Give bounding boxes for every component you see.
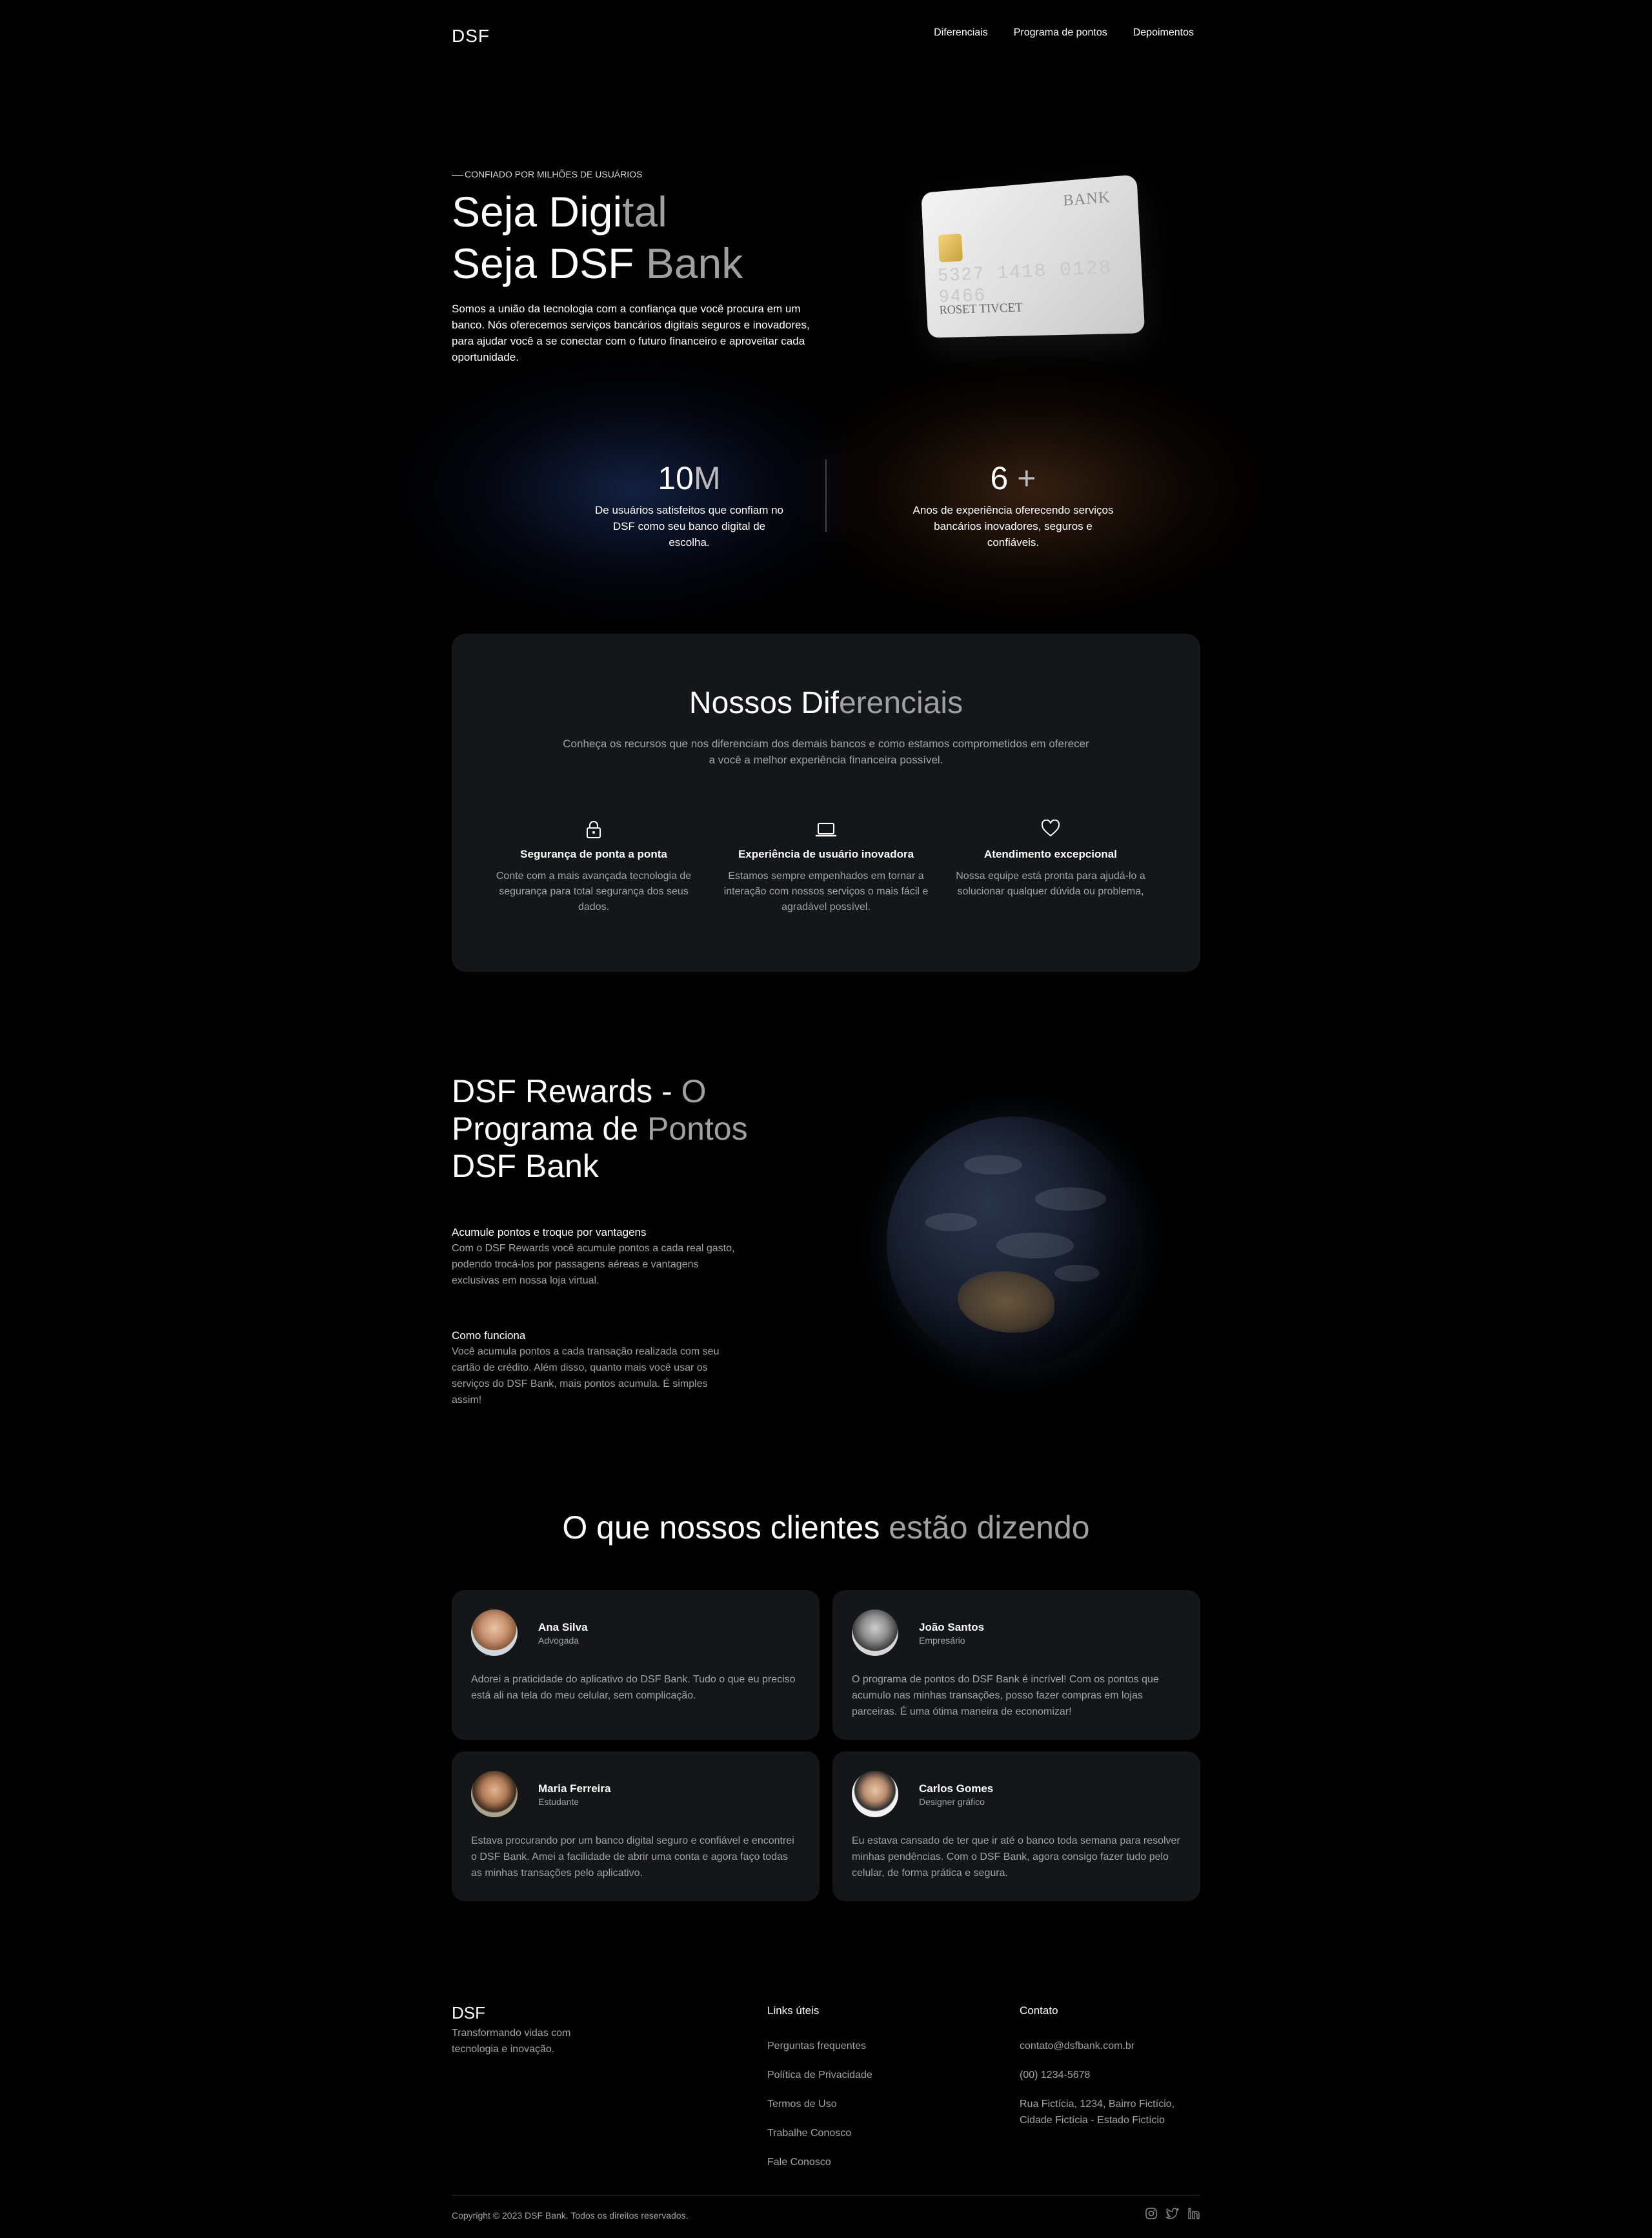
card-bank-label: BANK xyxy=(1062,188,1111,210)
testimonial-card: Maria Ferreira Estudante Estava procuran… xyxy=(452,1751,820,1901)
rewards-block-title: Como funciona xyxy=(452,1329,526,1342)
testimonial-text: O programa de pontos do DSF Bank é incrí… xyxy=(852,1674,1159,1717)
footer-contact-address: Rua Fictícia, 1234, Bairro Fictício, Cid… xyxy=(1020,2099,1175,2126)
footer-link-privacy[interactable]: Política de Privacidade xyxy=(767,2067,872,2083)
testimonial-name: Carlos Gomes xyxy=(919,1782,994,1795)
testimonial-text: Estava procurando por um banco digital s… xyxy=(471,1835,794,1879)
feature-ux: Experiência de usuário inovadora Estamos… xyxy=(723,820,929,915)
footer-link-contact-us[interactable]: Fale Conosco xyxy=(767,2154,872,2170)
feature-description: Nossa equipe está pronta para ajudá-lo a… xyxy=(956,871,1145,897)
nav-link-depoimentos[interactable]: Depoimentos xyxy=(1133,27,1194,39)
hero-title-line1-a: Seja Digi xyxy=(452,188,623,236)
credit-card-image: BANK 5327 1418 0128 9466 ROSET TIVCET xyxy=(921,174,1145,338)
hero-title-line2-b: Bank xyxy=(645,239,743,287)
social-links xyxy=(1145,2207,1200,2223)
footer-contact-title: Contato xyxy=(1020,2004,1058,2017)
linkedin-icon[interactable] xyxy=(1187,2207,1200,2223)
testimonial-role: Designer gráfico xyxy=(919,1797,985,1807)
card-number: 5327 1418 0128 9466 xyxy=(937,257,1113,308)
testimonial-card: Ana Silva Advogada Adorei a praticidade … xyxy=(452,1590,820,1740)
testimonial-role: Empresário xyxy=(919,1635,965,1646)
rewards-title: DSF Rewards - O Programa de Pontos DSF B… xyxy=(452,1073,748,1184)
stat-users-label: De usuários satisfeitos que confiam no D… xyxy=(595,504,783,549)
footer-contact-email[interactable]: contato@dsfbank.com.br xyxy=(1020,2038,1200,2054)
footer-logo[interactable]: DSF xyxy=(452,2003,485,2023)
hero-title: Seja Digital Seja DSF Bank xyxy=(452,186,743,289)
avatar xyxy=(852,1771,898,1817)
stat-years-label: Anos de experiência oferecendo serviços … xyxy=(912,504,1114,549)
rewards-block-title: Acumule pontos e troque por vantagens xyxy=(452,1226,647,1238)
hero-eyebrow: CONFIADO POR MILHÕES DE USUÁRIOS xyxy=(452,169,642,179)
testimonial-role: Advogada xyxy=(538,1635,579,1646)
stat-years-value: 6 + xyxy=(990,460,1036,496)
rewards-block-text: Você acumula pontos a cada transação rea… xyxy=(452,1346,720,1406)
nav-link-programa-de-pontos[interactable]: Programa de pontos xyxy=(1014,27,1107,39)
logo[interactable]: DSF xyxy=(452,26,490,46)
diferenciais-title: Nossos Diferenciais xyxy=(689,686,963,720)
rewards-block-accumulate: Acumule pontos e troque por vantagens Co… xyxy=(452,1226,736,1289)
feature-title: Atendimento excepcional xyxy=(984,848,1117,860)
stat-users: 10M De usuários satisfeitos que confiam … xyxy=(554,459,825,550)
testimonial-text: Adorei a praticidade do aplicativo do DS… xyxy=(471,1674,796,1701)
top-navbar: DSF Diferenciais Programa de pontos Depo… xyxy=(452,23,1194,49)
nav-link-diferenciais[interactable]: Diferenciais xyxy=(934,27,988,39)
avatar xyxy=(471,1609,518,1656)
card-chip xyxy=(938,233,963,263)
avatar xyxy=(852,1609,898,1656)
testimonial-role: Estudante xyxy=(538,1797,579,1807)
testimonial-name: Maria Ferreira xyxy=(538,1782,611,1795)
feature-description: Estamos sempre empenhados em tornar a in… xyxy=(723,871,929,912)
footer-tagline: Transformando vidas com tecnologia e ino… xyxy=(452,2028,571,2055)
testimonial-card: Carlos Gomes Designer gráfico Eu estava … xyxy=(832,1751,1200,1901)
testimonial-text: Eu estava cansado de ter que ir até o ba… xyxy=(852,1835,1180,1879)
feature-title: Experiência de usuário inovadora xyxy=(738,848,914,860)
lock-icon xyxy=(490,820,697,840)
hero-eyebrow-text: CONFIADO POR MILHÕES DE USUÁRIOS xyxy=(465,169,643,179)
rewards-block-how-it-works: Como funciona Você acumula pontos a cada… xyxy=(452,1329,736,1408)
diferenciais-subtitle: Conheça os recursos que nos diferenciam … xyxy=(563,738,1089,766)
footer-link-terms[interactable]: Termos de Uso xyxy=(767,2096,872,2112)
twitter-icon[interactable] xyxy=(1165,2207,1180,2223)
laptop-icon xyxy=(723,820,929,840)
footer-link-faq[interactable]: Perguntas frequentes xyxy=(767,2038,872,2054)
footer-links-title: Links úteis xyxy=(767,2004,820,2017)
feature-description: Conte com a mais avançada tecnologia de … xyxy=(496,871,692,912)
stat-years: 6 + Anos de experiência oferecendo servi… xyxy=(878,459,1149,550)
copyright: Copyright © 2023 DSF Bank. Todos os dire… xyxy=(452,2210,689,2221)
hero-title-line1-b: tal xyxy=(622,188,667,236)
testimonial-name: João Santos xyxy=(919,1621,985,1633)
footer-link-careers[interactable]: Trabalhe Conosco xyxy=(767,2125,872,2141)
avatar xyxy=(471,1771,518,1817)
nav-links: Diferenciais Programa de pontos Depoimen… xyxy=(934,27,1194,39)
testimonials-title: O que nossos clientes estão dizendo xyxy=(562,1509,1090,1546)
rewards-block-text: Com o DSF Rewards você acumule pontos a … xyxy=(452,1243,735,1286)
footer-contact-column: Contato contato@dsfbank.com.br (00) 1234… xyxy=(1020,2004,1200,2128)
feature-title: Segurança de ponta a ponta xyxy=(520,848,667,860)
stats-divider xyxy=(825,459,827,532)
globe-image xyxy=(887,1116,1138,1368)
diferenciais-section: Nossos Diferenciais Conheça os recursos … xyxy=(452,634,1200,972)
footer-links-column: Links úteis Perguntas frequentes Polític… xyxy=(767,2004,872,2170)
testimonial-name: Ana Silva xyxy=(538,1621,588,1633)
feature-security: Segurança de ponta a ponta Conte com a m… xyxy=(490,820,697,915)
hero-title-line2-a: Seja DSF xyxy=(452,239,646,287)
card-holder-name: ROSET TIVCET xyxy=(939,300,1023,318)
feature-support: Atendimento excepcional Nossa equipe est… xyxy=(947,820,1154,900)
stat-users-value: 10M xyxy=(658,460,721,496)
testimonial-card: João Santos Empresário O programa de pon… xyxy=(832,1590,1200,1740)
heart-icon xyxy=(947,820,1154,840)
footer-contact-phone: (00) 1234-5678 xyxy=(1020,2070,1091,2081)
instagram-icon[interactable] xyxy=(1145,2207,1158,2223)
